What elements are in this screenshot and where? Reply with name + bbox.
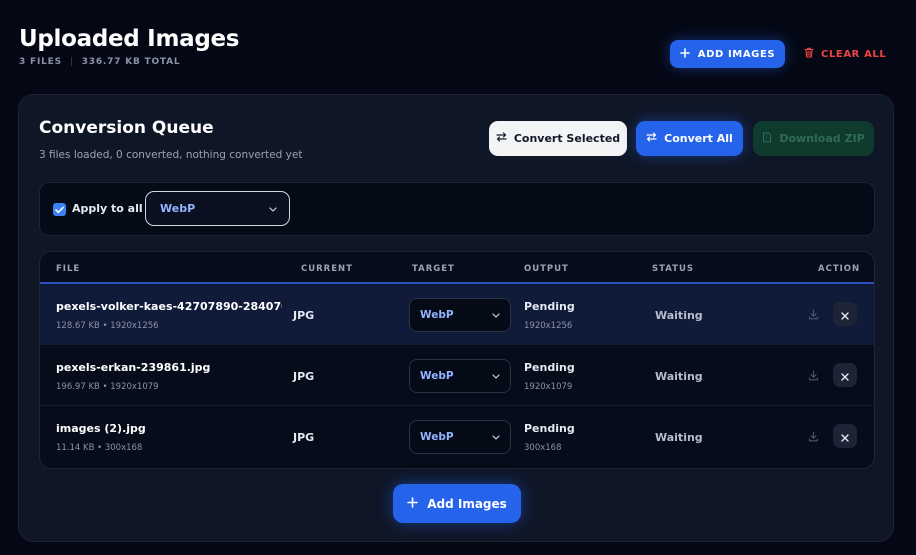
column-status: STATUS: [652, 264, 695, 274]
table-row[interactable]: images (2).jpg 11.14 KB • 300x168 JPG We…: [40, 406, 874, 467]
page-title: Uploaded Images: [19, 26, 240, 52]
download-icon[interactable]: [804, 427, 822, 445]
file-name: pexels-volker-kaes-42707890-28407009....: [56, 300, 282, 313]
file-name: pexels-erkan-239861.jpg: [56, 361, 211, 374]
current-format: JPG: [293, 431, 315, 444]
plus-icon: [407, 496, 419, 511]
file-count: 3 FILES: [19, 57, 62, 67]
target-format-value: WebP: [420, 309, 454, 321]
target-format-select[interactable]: WebP: [409, 420, 511, 454]
apply-format-select[interactable]: WebP: [145, 191, 290, 226]
remove-button[interactable]: [833, 424, 857, 448]
status-text: Waiting: [655, 431, 703, 444]
table-header: FILE CURRENT TARGET OUTPUT STATUS ACTION: [40, 252, 874, 284]
output-dimensions: 1920x1079: [524, 382, 573, 392]
status-text: Waiting: [655, 370, 703, 383]
conversion-queue-panel: Conversion Queue 3 files loaded, 0 conve…: [18, 94, 894, 542]
queue-subtitle: 3 files loaded, 0 converted, nothing con…: [39, 149, 303, 161]
close-icon: [841, 366, 849, 385]
current-format: JPG: [293, 309, 315, 322]
download-icon[interactable]: [804, 366, 822, 384]
output-status: Pending: [524, 361, 575, 374]
add-images-bottom-label: Add Images: [427, 496, 507, 511]
add-images-bottom-button[interactable]: Add Images: [393, 484, 521, 523]
column-file: FILE: [56, 264, 81, 274]
separator: |: [69, 57, 74, 67]
swap-arrows-icon: [646, 132, 657, 145]
trash-icon: [804, 47, 814, 61]
add-images-label: ADD IMAGES: [697, 48, 776, 60]
output-dimensions: 1920x1256: [524, 321, 573, 331]
column-action: ACTION: [818, 264, 861, 274]
convert-all-label: Convert All: [664, 132, 733, 145]
output-dimensions: 300x168: [524, 443, 562, 453]
convert-selected-label: Convert Selected: [513, 132, 621, 145]
output-status: Pending: [524, 300, 575, 313]
close-icon: [841, 427, 849, 446]
apply-format-value: WebP: [160, 202, 196, 215]
add-images-button[interactable]: ADD IMAGES: [670, 40, 785, 68]
column-target: TARGET: [412, 264, 455, 274]
download-icon[interactable]: [804, 305, 822, 323]
current-format: JPG: [293, 370, 315, 383]
output-status: Pending: [524, 422, 575, 435]
download-zip-label: Download ZIP: [779, 132, 865, 145]
apply-to-all-checkbox[interactable]: [53, 203, 66, 216]
table-row[interactable]: pexels-volker-kaes-42707890-28407009....…: [40, 284, 874, 345]
convert-selected-button[interactable]: Convert Selected: [489, 121, 627, 156]
file-meta: 196.97 KB • 1920x1079: [56, 382, 159, 392]
target-format-value: WebP: [420, 370, 454, 382]
remove-button[interactable]: [833, 302, 857, 326]
file-meta: 11.14 KB • 300x168: [56, 443, 143, 453]
close-icon: [841, 305, 849, 324]
download-zip-button[interactable]: Download ZIP: [753, 121, 874, 156]
clear-all-label: CLEAR ALL: [821, 48, 887, 60]
column-output: OUTPUT: [524, 264, 569, 274]
chevron-down-icon: [492, 309, 500, 321]
column-current: CURRENT: [301, 264, 353, 274]
queue-title: Conversion Queue: [39, 118, 214, 138]
file-meta: 128.67 KB • 1920x1256: [56, 321, 159, 331]
chevron-down-icon: [269, 202, 277, 215]
file-name: images (2).jpg: [56, 422, 146, 435]
total-size: 336.77 KB TOTAL: [81, 57, 181, 67]
table-row[interactable]: pexels-erkan-239861.jpg 196.97 KB • 1920…: [40, 345, 874, 406]
apply-to-all-label: Apply to all: [72, 202, 143, 215]
target-format-select[interactable]: WebP: [409, 359, 511, 393]
chevron-down-icon: [492, 370, 500, 382]
plus-icon: [679, 47, 690, 61]
status-text: Waiting: [655, 309, 703, 322]
swap-arrows-icon: [496, 132, 507, 145]
clear-all-button[interactable]: CLEAR ALL: [804, 40, 886, 68]
target-format-select[interactable]: WebP: [409, 298, 511, 332]
convert-all-button[interactable]: Convert All: [636, 121, 743, 156]
chevron-down-icon: [492, 431, 500, 443]
target-format-value: WebP: [420, 431, 454, 443]
remove-button[interactable]: [833, 363, 857, 387]
apply-to-all-bar: Apply to all WebP: [39, 182, 875, 236]
upload-summary: 3 FILES | 336.77 KB TOTAL: [19, 57, 180, 67]
files-table: FILE CURRENT TARGET OUTPUT STATUS ACTION…: [39, 251, 875, 469]
file-archive-icon: [762, 131, 772, 146]
